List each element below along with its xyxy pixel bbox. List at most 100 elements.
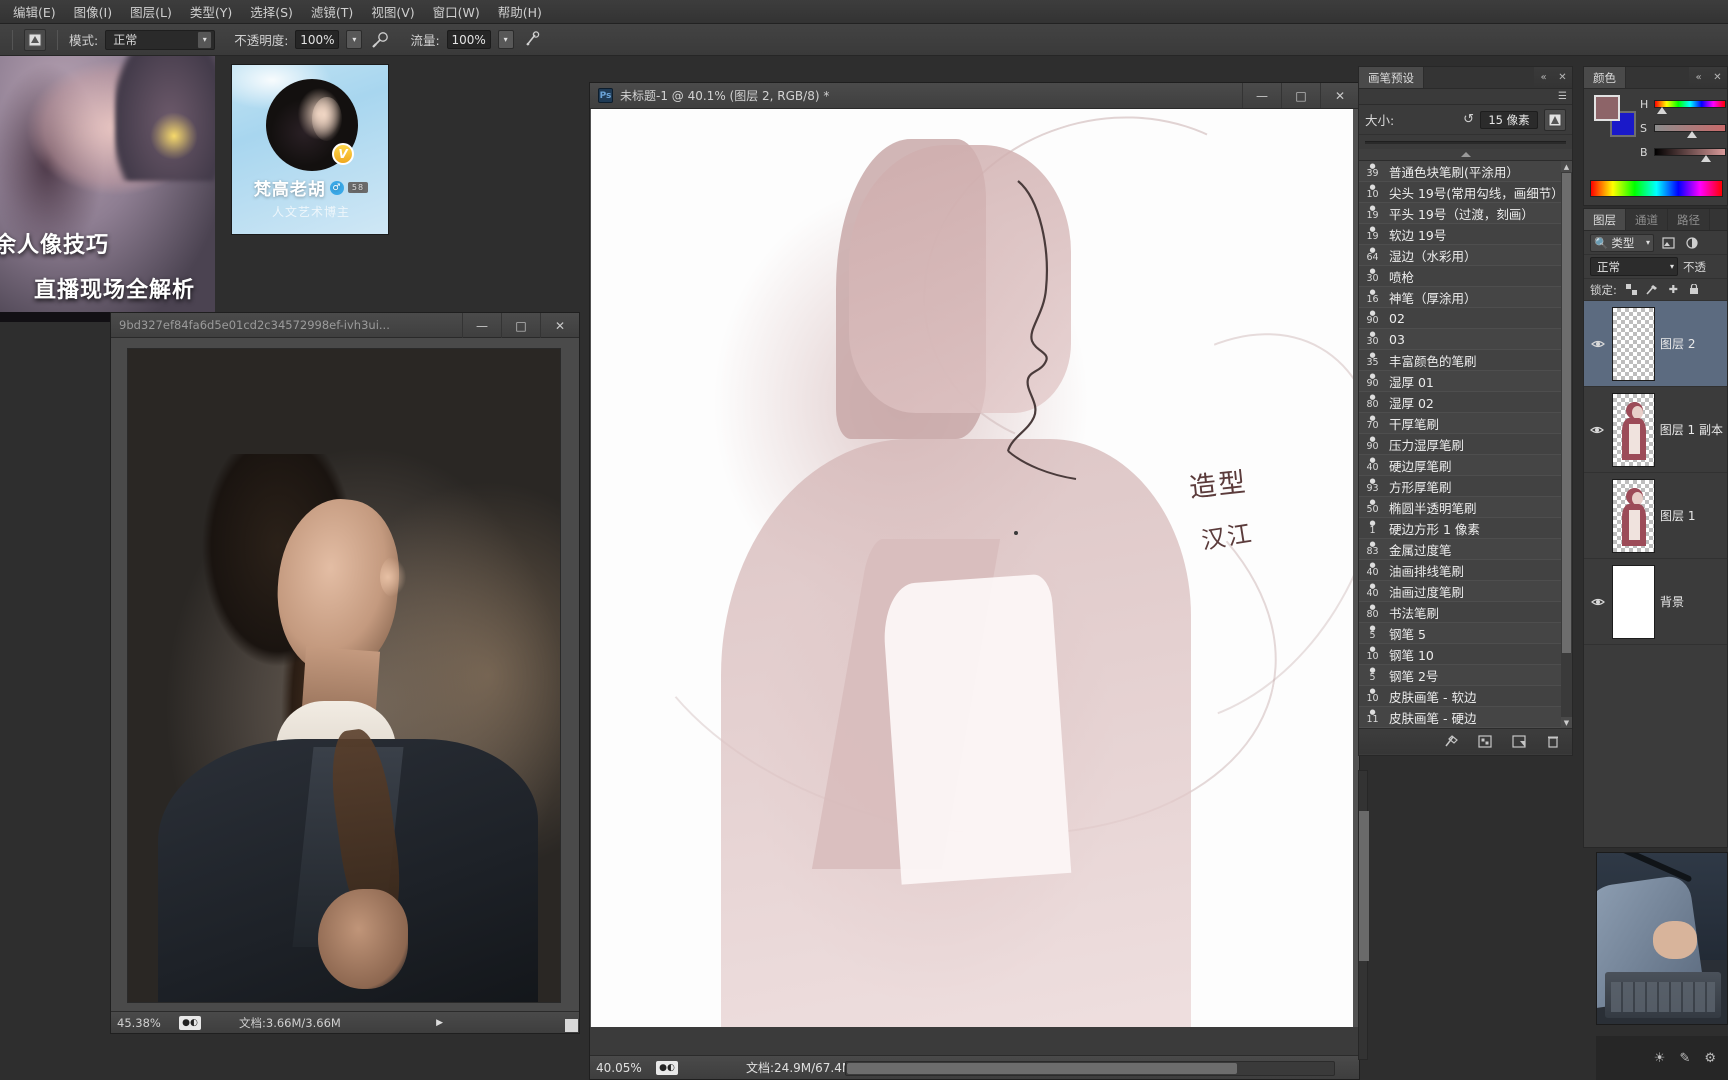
hue-slider-row[interactable]: H bbox=[1640, 97, 1726, 114]
hue-slider-thumb[interactable] bbox=[1657, 107, 1667, 114]
opacity-input[interactable]: 100% bbox=[295, 30, 340, 49]
brush-preset-item[interactable]: ● 93 方形厚笔刷 bbox=[1359, 476, 1572, 497]
brush-preset-item[interactable]: ● 19 软边 19号 bbox=[1359, 224, 1572, 245]
layer-list[interactable]: 图层 2 图层 1 副本 图层 1 背景 bbox=[1584, 301, 1727, 645]
brush-preset-item[interactable]: ● 16 神笔（厚涂用） bbox=[1359, 287, 1572, 308]
brush-preset-item[interactable]: ● 19 平头 19号（过渡，刻画） bbox=[1359, 203, 1572, 224]
main-window-titlebar[interactable]: Ps 未标题-1 @ 40.1% (图层 2, RGB/8) * — □ ✕ bbox=[590, 83, 1359, 109]
brush-preset-item[interactable]: ● 10 皮肤画笔 - 软边 bbox=[1359, 686, 1572, 707]
brightness-slider-row[interactable]: B bbox=[1640, 145, 1726, 162]
airbrush-icon[interactable] bbox=[521, 29, 543, 51]
minimize-button[interactable]: — bbox=[1242, 83, 1281, 108]
brush-preset-item[interactable]: ● 1 硬边方形 1 像素 bbox=[1359, 518, 1572, 539]
lock-transparency-icon[interactable] bbox=[1625, 283, 1638, 296]
lock-pixels-icon[interactable] bbox=[1646, 283, 1659, 296]
brush-preset-item[interactable]: ● 90 湿厚 01 bbox=[1359, 371, 1572, 392]
brush-size-slider[interactable] bbox=[1365, 140, 1566, 144]
canvas-vertical-scroll-thumb[interactable] bbox=[1359, 811, 1369, 961]
brush-preset-picker-icon[interactable] bbox=[24, 28, 46, 51]
status-expand-icon[interactable]: ▶ bbox=[436, 1018, 443, 1028]
foreground-color-swatch[interactable] bbox=[1594, 95, 1620, 121]
lock-all-icon[interactable] bbox=[1688, 283, 1701, 296]
canvas-vertical-scrollbar[interactable] bbox=[1358, 770, 1369, 1060]
maximize-button[interactable]: □ bbox=[501, 313, 540, 338]
hue-slider[interactable] bbox=[1654, 100, 1726, 114]
load-brush-icon[interactable] bbox=[1442, 734, 1460, 750]
chevron-down-icon[interactable]: ▼ bbox=[1561, 717, 1572, 728]
brush-list-scroll-up[interactable] bbox=[1359, 149, 1572, 161]
menu-item-filter[interactable]: 滤镜(T) bbox=[302, 0, 362, 24]
menu-item-select[interactable]: 选择(S) bbox=[241, 0, 302, 24]
brush-thumbnail-icon[interactable] bbox=[1544, 108, 1566, 131]
brush-preset-item[interactable]: ● 64 湿边（水彩用） bbox=[1359, 245, 1572, 266]
app-icon-3[interactable]: ⚙ bbox=[1704, 1051, 1716, 1066]
brush-preset-item[interactable]: ● 5 钢笔 5 bbox=[1359, 623, 1572, 644]
brush-preset-item[interactable]: ● 5 钢笔 2号 bbox=[1359, 665, 1572, 686]
brush-preset-item[interactable]: ● 90 压力湿厚笔刷 bbox=[1359, 434, 1572, 455]
tab-brush-presets[interactable]: 画笔预设 bbox=[1359, 67, 1424, 88]
layer-item[interactable]: 图层 1 副本 bbox=[1584, 387, 1727, 473]
brush-size-slider-row[interactable] bbox=[1359, 135, 1572, 149]
minimize-button[interactable]: — bbox=[462, 313, 501, 338]
app-icon-2[interactable]: ✎ bbox=[1679, 1051, 1690, 1066]
saturation-slider-row[interactable]: S bbox=[1640, 121, 1726, 138]
chevron-up-icon[interactable]: ▲ bbox=[1561, 161, 1572, 172]
menu-item-type[interactable]: 类型(Y) bbox=[181, 0, 241, 24]
layer-item[interactable]: 背景 bbox=[1584, 559, 1727, 645]
reference-window-titlebar[interactable]: 9bd327ef84fa6d5e01cd2c34572998ef-ivh3ui.… bbox=[111, 313, 579, 338]
pixel-filter-icon[interactable] bbox=[1660, 235, 1677, 251]
layer-filter-type-select[interactable]: 🔍 类型 ▾ bbox=[1590, 233, 1654, 252]
flow-input[interactable]: 100% bbox=[446, 30, 491, 49]
reference-resize-grip[interactable] bbox=[565, 1019, 578, 1032]
main-zoom-level[interactable]: 40.05% bbox=[596, 1061, 648, 1075]
close-icon[interactable]: ✕ bbox=[1553, 67, 1572, 88]
tab-channels[interactable]: 通道 bbox=[1626, 209, 1668, 230]
panel-menu-icon[interactable]: ☰ bbox=[1558, 91, 1567, 102]
collapse-icon[interactable]: « bbox=[1689, 67, 1708, 88]
brush-preset-item[interactable]: ● 83 金属过度笔 bbox=[1359, 539, 1572, 560]
brush-preset-item[interactable]: ● 11 皮肤画笔 - 硬边 bbox=[1359, 707, 1572, 728]
brush-preset-item[interactable]: ● 40 油画过度笔刷 bbox=[1359, 581, 1572, 602]
opacity-pressure-icon[interactable] bbox=[369, 29, 391, 51]
brightness-slider-thumb[interactable] bbox=[1701, 155, 1711, 162]
brightness-slider[interactable] bbox=[1654, 148, 1726, 162]
reset-icon[interactable]: ↺ bbox=[1463, 112, 1474, 127]
layer-thumbnail[interactable] bbox=[1611, 392, 1655, 467]
app-icon-1[interactable]: ☀ bbox=[1654, 1051, 1666, 1066]
menu-item-help[interactable]: 帮助(H) bbox=[489, 0, 551, 24]
layer-thumbnail[interactable] bbox=[1612, 306, 1655, 381]
layer-blend-mode-select[interactable]: 正常 ▾ bbox=[1590, 257, 1678, 276]
saturation-slider-thumb[interactable] bbox=[1687, 131, 1697, 138]
opacity-chevron-down-icon[interactable]: ▾ bbox=[346, 30, 363, 49]
new-brush-icon[interactable] bbox=[1510, 734, 1528, 750]
close-button[interactable]: ✕ bbox=[540, 313, 579, 338]
menu-item-layer[interactable]: 图层(L) bbox=[121, 0, 181, 24]
main-document-window[interactable]: Ps 未标题-1 @ 40.1% (图层 2, RGB/8) * — □ ✕ 造… bbox=[589, 82, 1360, 1080]
layer-visibility-eye-icon[interactable] bbox=[1588, 339, 1607, 349]
layer-visibility-eye-icon[interactable] bbox=[1588, 425, 1607, 435]
collapse-icon[interactable]: « bbox=[1534, 67, 1553, 88]
reference-canvas-area[interactable] bbox=[111, 338, 579, 1013]
close-icon[interactable]: ✕ bbox=[1708, 67, 1727, 88]
menu-item-view[interactable]: 视图(V) bbox=[362, 0, 423, 24]
brush-preset-item[interactable]: ● 80 湿厚 02 bbox=[1359, 392, 1572, 413]
brush-list-scrollbar[interactable]: ▲ ▼ bbox=[1561, 161, 1572, 728]
layer-visibility-eye-icon[interactable] bbox=[1588, 597, 1607, 607]
brush-preset-item[interactable]: ● 35 丰富颜色的笔刷 bbox=[1359, 350, 1572, 371]
adjustment-filter-icon[interactable] bbox=[1683, 235, 1700, 251]
layer-item[interactable]: 图层 1 bbox=[1584, 473, 1727, 559]
delete-brush-icon[interactable] bbox=[1544, 734, 1562, 750]
brush-preset-list[interactable]: ● 39 普通色块笔刷(平涂用） ● 10 尖头 19号(常用勾线，画细节） ● 19 平头 1… bbox=[1359, 161, 1572, 728]
brush-preset-item[interactable]: ● 80 书法笔刷 bbox=[1359, 602, 1572, 623]
brush-preset-item[interactable]: ● 40 油画排线笔刷 bbox=[1359, 560, 1572, 581]
brush-preset-item[interactable]: ● 30 03 bbox=[1359, 329, 1572, 350]
brush-preset-item[interactable]: ● 50 椭圆半透明笔刷 bbox=[1359, 497, 1572, 518]
menu-item-edit[interactable]: 编辑(E) bbox=[4, 0, 65, 24]
new-preset-icon[interactable] bbox=[1476, 734, 1494, 750]
brush-preset-item[interactable]: ● 90 02 bbox=[1359, 308, 1572, 329]
brush-preset-item[interactable]: ● 39 普通色块笔刷(平涂用） bbox=[1359, 161, 1572, 182]
close-button[interactable]: ✕ bbox=[1320, 83, 1359, 108]
menu-item-image[interactable]: 图像(I) bbox=[65, 0, 121, 24]
brush-preset-item[interactable]: ● 30 喷枪 bbox=[1359, 266, 1572, 287]
brush-preset-item[interactable]: ● 70 干厚笔刷 bbox=[1359, 413, 1572, 434]
